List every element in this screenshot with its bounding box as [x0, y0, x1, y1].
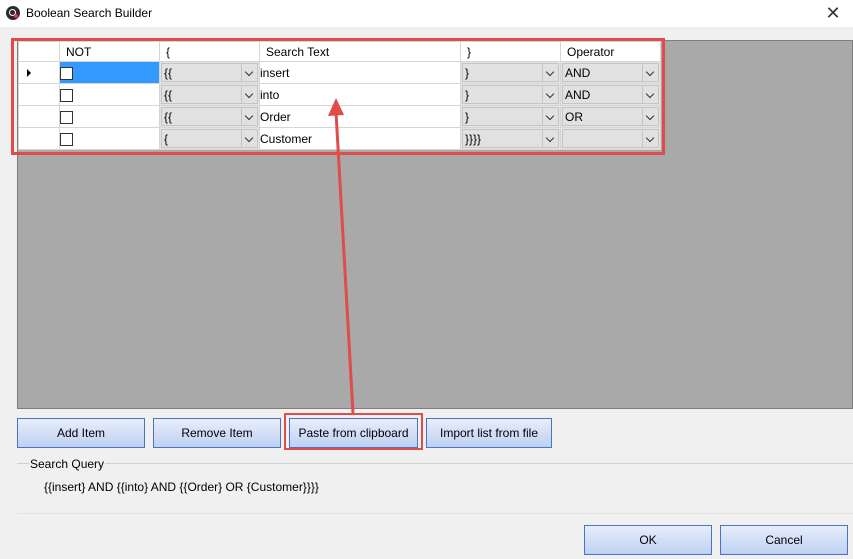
chevron-down-icon[interactable]	[241, 130, 257, 147]
open-brace-cell[interactable]: {{	[159, 61, 260, 84]
cancel-button[interactable]: Cancel	[720, 525, 848, 555]
column-header-open-brace[interactable]: {	[159, 41, 260, 62]
open-brace-combo[interactable]: {	[161, 129, 258, 148]
not-cell[interactable]	[59, 61, 160, 84]
close-brace-value: }	[465, 66, 470, 80]
row-header-corner	[18, 41, 60, 62]
ok-button[interactable]: OK	[584, 525, 712, 555]
window-title: Boolean Search Builder	[26, 6, 153, 20]
row-header[interactable]	[18, 83, 60, 106]
operator-cell[interactable]: OR	[560, 105, 661, 128]
column-header-not[interactable]: NOT	[59, 41, 160, 62]
not-checkbox[interactable]	[60, 66, 73, 80]
not-cell[interactable]	[59, 83, 160, 106]
chevron-down-icon[interactable]	[642, 130, 658, 147]
open-brace-value: {{	[164, 110, 173, 124]
chevron-down-icon[interactable]	[642, 108, 658, 125]
open-brace-combo[interactable]: {{	[161, 63, 258, 82]
not-checkbox[interactable]	[60, 88, 73, 102]
close-icon[interactable]: ✕	[819, 2, 847, 24]
paste-from-clipboard-button[interactable]: Paste from clipboard	[289, 418, 418, 448]
divider	[17, 513, 853, 514]
grid-table: NOT { Search Text } Operator {{ insert }…	[18, 41, 661, 150]
chevron-down-icon[interactable]	[241, 86, 257, 103]
close-brace-combo[interactable]: }}}}	[462, 129, 559, 148]
close-brace-combo[interactable]: }	[462, 85, 559, 104]
operator-combo[interactable]: AND	[562, 63, 659, 82]
open-brace-cell[interactable]: {{	[159, 83, 260, 106]
remove-item-button[interactable]: Remove Item	[153, 418, 281, 448]
table-row[interactable]: {{ into } AND	[18, 83, 661, 106]
chevron-down-icon[interactable]	[542, 130, 558, 147]
chevron-down-icon[interactable]	[542, 86, 558, 103]
operator-combo[interactable]: AND	[562, 85, 659, 104]
not-cell[interactable]	[59, 127, 160, 150]
operator-cell[interactable]: AND	[560, 83, 661, 106]
search-text-cell[interactable]: Order	[259, 105, 461, 128]
open-brace-combo[interactable]: {{	[161, 107, 258, 126]
chevron-down-icon[interactable]	[241, 64, 257, 81]
column-header-search-text[interactable]: Search Text	[259, 41, 461, 62]
search-text-cell[interactable]: into	[259, 83, 461, 106]
table-row[interactable]: { Customer }}}}	[18, 127, 661, 150]
chevron-down-icon[interactable]	[241, 108, 257, 125]
open-brace-cell[interactable]: {	[159, 127, 260, 150]
add-item-button[interactable]: Add Item	[17, 418, 145, 448]
close-brace-cell[interactable]: }	[460, 61, 561, 84]
search-query-label: Search Query	[29, 457, 106, 471]
operator-cell[interactable]	[560, 127, 661, 150]
operator-combo[interactable]: OR	[562, 107, 659, 126]
open-brace-cell[interactable]: {{	[159, 105, 260, 128]
operator-combo[interactable]	[562, 129, 659, 148]
search-items-grid: NOT { Search Text } Operator {{ insert }…	[17, 40, 853, 409]
search-text-cell[interactable]: Customer	[259, 127, 461, 150]
column-header-close-brace[interactable]: }	[460, 41, 561, 62]
chevron-down-icon[interactable]	[642, 86, 658, 103]
chevron-down-icon[interactable]	[542, 64, 558, 81]
row-header[interactable]	[18, 127, 60, 150]
operator-value: AND	[565, 88, 591, 102]
operator-cell[interactable]: AND	[560, 61, 661, 84]
chevron-down-icon[interactable]	[642, 64, 658, 81]
not-checkbox[interactable]	[60, 110, 73, 124]
open-brace-value: {{	[164, 88, 173, 102]
close-brace-combo[interactable]: }	[462, 107, 559, 126]
open-brace-value: {{	[164, 66, 173, 80]
row-header[interactable]	[18, 105, 60, 128]
operator-value: OR	[565, 110, 583, 124]
title-bar: Boolean Search Builder ✕	[0, 0, 853, 27]
close-brace-value: }	[465, 110, 470, 124]
operator-value: AND	[565, 66, 591, 80]
current-row-arrow-icon	[27, 69, 31, 77]
close-brace-cell[interactable]: }	[460, 83, 561, 106]
chevron-down-icon[interactable]	[542, 108, 558, 125]
grid-header-row: NOT { Search Text } Operator	[18, 41, 661, 62]
close-brace-cell[interactable]: }	[460, 105, 561, 128]
app-logo-icon	[6, 6, 20, 20]
search-query-group: Search Query {{insert} AND {{into} AND {…	[17, 457, 853, 513]
import-list-button[interactable]: Import list from file	[426, 418, 552, 448]
column-header-operator[interactable]: Operator	[560, 41, 661, 62]
open-brace-value: {	[164, 132, 169, 146]
close-brace-value: }}}}	[465, 132, 482, 146]
search-query-value: {{insert} AND {{into} AND {{Order} OR {C…	[44, 480, 319, 494]
close-brace-cell[interactable]: }}}}	[460, 127, 561, 150]
table-row[interactable]: {{ insert } AND	[18, 61, 661, 84]
table-row[interactable]: {{ Order } OR	[18, 105, 661, 128]
not-cell[interactable]	[59, 105, 160, 128]
not-checkbox[interactable]	[60, 132, 73, 146]
search-text-cell[interactable]: insert	[259, 61, 461, 84]
open-brace-combo[interactable]: {{	[161, 85, 258, 104]
close-brace-combo[interactable]: }	[462, 63, 559, 82]
row-header[interactable]	[18, 61, 60, 84]
close-brace-value: }	[465, 88, 470, 102]
